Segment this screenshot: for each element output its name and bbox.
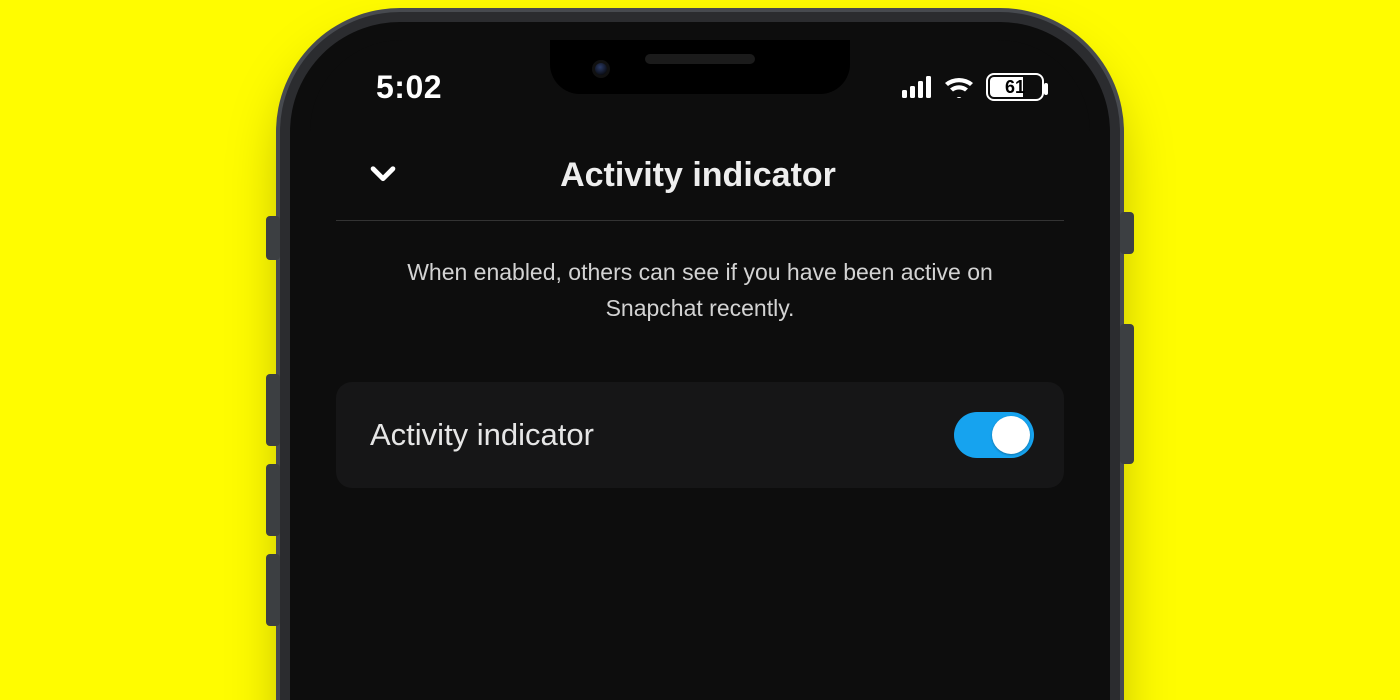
nav-bar: Activity indicator bbox=[336, 130, 1064, 221]
activity-indicator-toggle[interactable] bbox=[954, 412, 1034, 458]
page-title: Activity indicator bbox=[360, 156, 1036, 195]
device-notch bbox=[550, 40, 850, 94]
battery-indicator: 61 bbox=[986, 73, 1044, 101]
status-time: 5:02 bbox=[376, 69, 442, 106]
volume-down-button bbox=[266, 464, 280, 536]
earpiece-speaker-icon bbox=[645, 54, 755, 64]
wifi-icon bbox=[944, 76, 974, 98]
screen: 5:02 bbox=[310, 40, 1090, 700]
front-camera-icon bbox=[592, 60, 610, 78]
toggle-knob bbox=[992, 416, 1030, 454]
volume-down-button-2 bbox=[266, 554, 280, 626]
volume-up-button bbox=[266, 374, 280, 446]
battery-percent-label: 61 bbox=[1005, 77, 1025, 98]
phone-frame: 5:02 bbox=[290, 22, 1110, 700]
cellular-signal-icon bbox=[902, 76, 932, 98]
mute-switch bbox=[266, 216, 280, 260]
setting-description: When enabled, others can see if you have… bbox=[310, 221, 1090, 326]
status-indicators: 61 bbox=[902, 73, 1044, 101]
activity-indicator-row[interactable]: Activity indicator bbox=[336, 382, 1064, 488]
activity-indicator-label: Activity indicator bbox=[370, 417, 594, 453]
power-button bbox=[1120, 324, 1134, 464]
side-accent bbox=[1120, 212, 1134, 254]
